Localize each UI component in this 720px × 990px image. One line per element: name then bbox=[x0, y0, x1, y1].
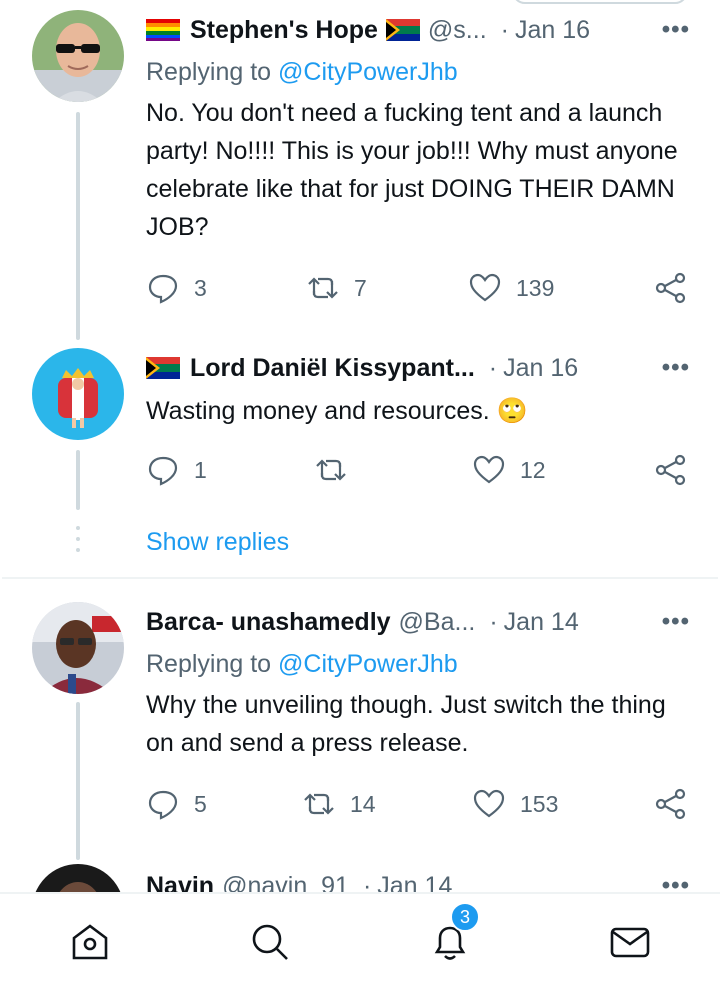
tweet-date[interactable]: Jan 14 bbox=[504, 608, 579, 637]
share-button[interactable] bbox=[654, 450, 688, 490]
dot-separator: · bbox=[489, 607, 498, 636]
tweet-date[interactable]: Jan 16 bbox=[515, 16, 590, 45]
like-button[interactable]: 139 bbox=[468, 268, 554, 308]
dot-separator: · bbox=[488, 353, 498, 382]
south-africa-flag-icon bbox=[385, 19, 420, 41]
tweet-header: Lord Daniël Kissypant... · Jan 16 ••• bbox=[146, 350, 690, 386]
display-name[interactable]: Navin bbox=[146, 872, 214, 893]
reply-count: 3 bbox=[194, 274, 207, 301]
dot-separator: · bbox=[362, 871, 372, 893]
reply-icon bbox=[148, 456, 178, 486]
tweet-text-line: Wasting money and resources. 🙄 bbox=[146, 392, 691, 430]
like-icon bbox=[469, 273, 501, 302]
retweet-button[interactable] bbox=[314, 450, 348, 490]
tweet-stephens-hope[interactable]: Stephen's Hope @s... · Jan 16 ••• Replyi… bbox=[0, 0, 720, 340]
like-count: 12 bbox=[520, 456, 546, 483]
reply-button[interactable]: 3 bbox=[146, 268, 207, 308]
home-tab[interactable] bbox=[66, 918, 114, 966]
tweet-barca[interactable]: Barca- unashamedly @Ba... · Jan 14 ••• R… bbox=[0, 590, 720, 860]
like-button[interactable]: 153 bbox=[472, 784, 558, 824]
thread-line bbox=[76, 702, 80, 860]
share-button[interactable] bbox=[654, 784, 688, 824]
tweet-date[interactable]: Jan 14 bbox=[377, 872, 452, 893]
retweet-count: 7 bbox=[354, 274, 367, 301]
avatar[interactable] bbox=[32, 10, 124, 102]
replying-to-line: Replying to @CityPowerJhb bbox=[146, 650, 458, 679]
retweet-icon bbox=[316, 459, 346, 481]
like-icon bbox=[473, 789, 505, 818]
search-tab[interactable] bbox=[246, 918, 294, 966]
like-count: 139 bbox=[516, 274, 555, 301]
more-icon[interactable]: ••• bbox=[662, 16, 690, 44]
share-button[interactable] bbox=[654, 268, 688, 308]
thread-continuation-dots bbox=[76, 526, 80, 560]
user-handle[interactable]: @Ba... bbox=[399, 608, 476, 637]
mention-link[interactable]: @CityPowerJhb bbox=[278, 58, 458, 86]
tweet-header: Barca- unashamedly @Ba... · Jan 14 ••• bbox=[146, 604, 690, 640]
reply-icon bbox=[148, 790, 178, 820]
replying-to-line: Replying to @CityPowerJhb bbox=[146, 58, 458, 87]
display-name[interactable]: Barca- unashamedly bbox=[146, 608, 391, 637]
show-replies-link[interactable]: Show replies bbox=[146, 528, 289, 557]
user-handle[interactable]: @s... bbox=[428, 16, 487, 45]
replying-prefix: Replying to bbox=[146, 650, 272, 678]
avatar[interactable] bbox=[32, 602, 124, 694]
tweet-text: Why the unveiling though. Just switch th… bbox=[146, 691, 666, 757]
like-icon bbox=[473, 455, 505, 484]
home-icon bbox=[72, 924, 108, 960]
retweet-count: 14 bbox=[350, 790, 376, 817]
search-icon bbox=[252, 924, 288, 960]
reply-icon bbox=[148, 274, 178, 304]
share-icon bbox=[655, 272, 686, 304]
retweet-button[interactable]: 14 bbox=[302, 784, 376, 824]
tweet-date[interactable]: Jan 16 bbox=[503, 354, 578, 383]
like-count: 153 bbox=[520, 790, 559, 817]
retweet-button[interactable]: 7 bbox=[306, 268, 367, 308]
reply-button[interactable]: 1 bbox=[146, 450, 207, 490]
divider bbox=[2, 577, 718, 579]
share-icon bbox=[655, 454, 686, 486]
tweet-lord-daniel[interactable]: Lord Daniël Kissypant... · Jan 16 ••• Wa… bbox=[0, 340, 720, 580]
reply-button[interactable]: 5 bbox=[146, 784, 207, 824]
like-button[interactable]: 12 bbox=[472, 450, 546, 490]
dot-separator: · bbox=[500, 15, 509, 44]
more-icon[interactable]: ••• bbox=[662, 608, 690, 636]
display-name[interactable]: Lord Daniël Kissypant... bbox=[190, 354, 475, 383]
mail-icon bbox=[610, 927, 650, 958]
tweet-header: Navin @navin_91 · Jan 14 ••• bbox=[146, 868, 690, 893]
south-africa-flag-icon bbox=[146, 357, 180, 379]
reply-count: 1 bbox=[194, 456, 207, 483]
thread-line bbox=[76, 112, 80, 340]
replying-prefix: Replying to bbox=[146, 58, 272, 86]
rainbow-flag-icon bbox=[146, 19, 180, 41]
more-icon[interactable]: ••• bbox=[662, 872, 690, 892]
tweet-actions: 5 14 153 bbox=[146, 784, 691, 824]
messages-tab[interactable] bbox=[606, 918, 654, 966]
avatar[interactable] bbox=[32, 348, 124, 440]
reply-count: 5 bbox=[194, 790, 207, 817]
tweet-actions: 1 12 bbox=[146, 450, 691, 490]
tweet-navin[interactable]: Navin @navin_91 · Jan 14 ••• bbox=[0, 860, 720, 892]
tweet-text: Wasting money and resources. bbox=[146, 397, 490, 425]
user-handle[interactable]: @navin_91 bbox=[222, 872, 349, 893]
tweet-actions: 3 7 139 bbox=[146, 268, 691, 308]
avatar[interactable] bbox=[32, 864, 124, 892]
thread-line bbox=[76, 450, 80, 510]
more-icon[interactable]: ••• bbox=[662, 354, 690, 382]
tweet-text: No. You don't need a fucking tent and a … bbox=[146, 99, 678, 241]
retweet-icon bbox=[308, 277, 338, 299]
retweet-icon bbox=[304, 793, 334, 815]
share-icon bbox=[655, 788, 686, 820]
eye-roll-emoji: 🙄 bbox=[496, 397, 528, 425]
tweet-header: Stephen's Hope @s... · Jan 16 ••• bbox=[146, 12, 690, 48]
display-name[interactable]: Stephen's Hope bbox=[190, 16, 378, 45]
mention-link[interactable]: @CityPowerJhb bbox=[278, 650, 458, 678]
bottom-nav: 3 bbox=[0, 892, 720, 990]
notifications-tab[interactable]: 3 bbox=[426, 902, 480, 966]
notification-count-badge: 3 bbox=[450, 902, 480, 932]
